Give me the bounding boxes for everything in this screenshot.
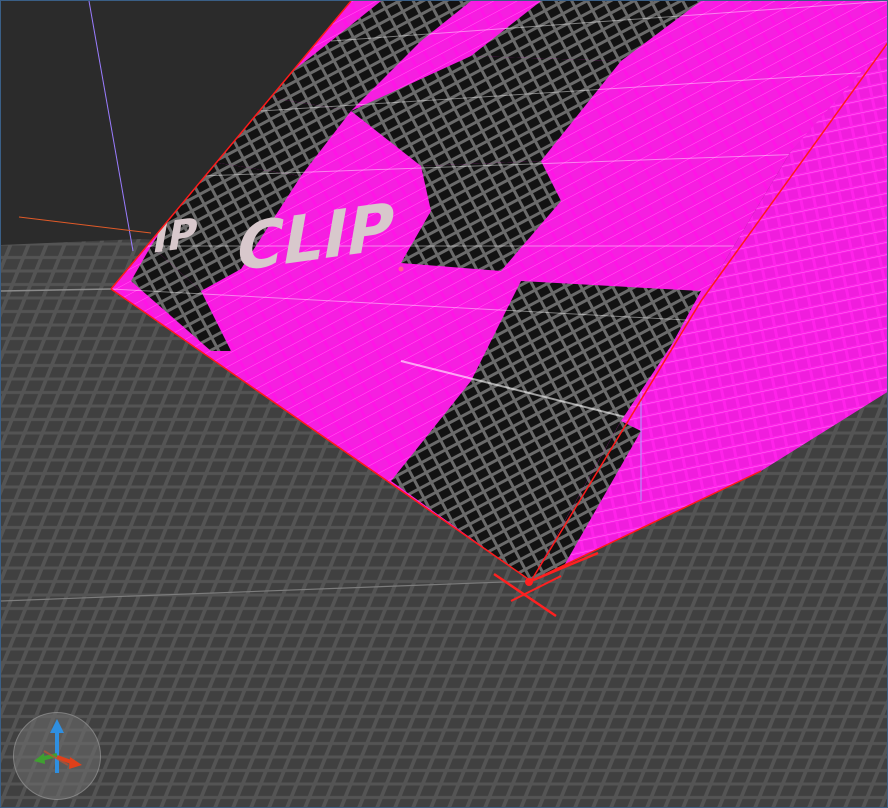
axis-x-arrow[interactable]: [56, 755, 82, 769]
scene-canvas[interactable]: CLIP IP: [1, 1, 888, 808]
axis-up-arrow[interactable]: [50, 719, 64, 773]
axis-z-arrow[interactable]: [34, 753, 58, 764]
3d-viewport[interactable]: CLIP IP: [0, 0, 888, 808]
object-center-dot: [398, 266, 404, 272]
axis-gizmo[interactable]: [13, 712, 101, 800]
